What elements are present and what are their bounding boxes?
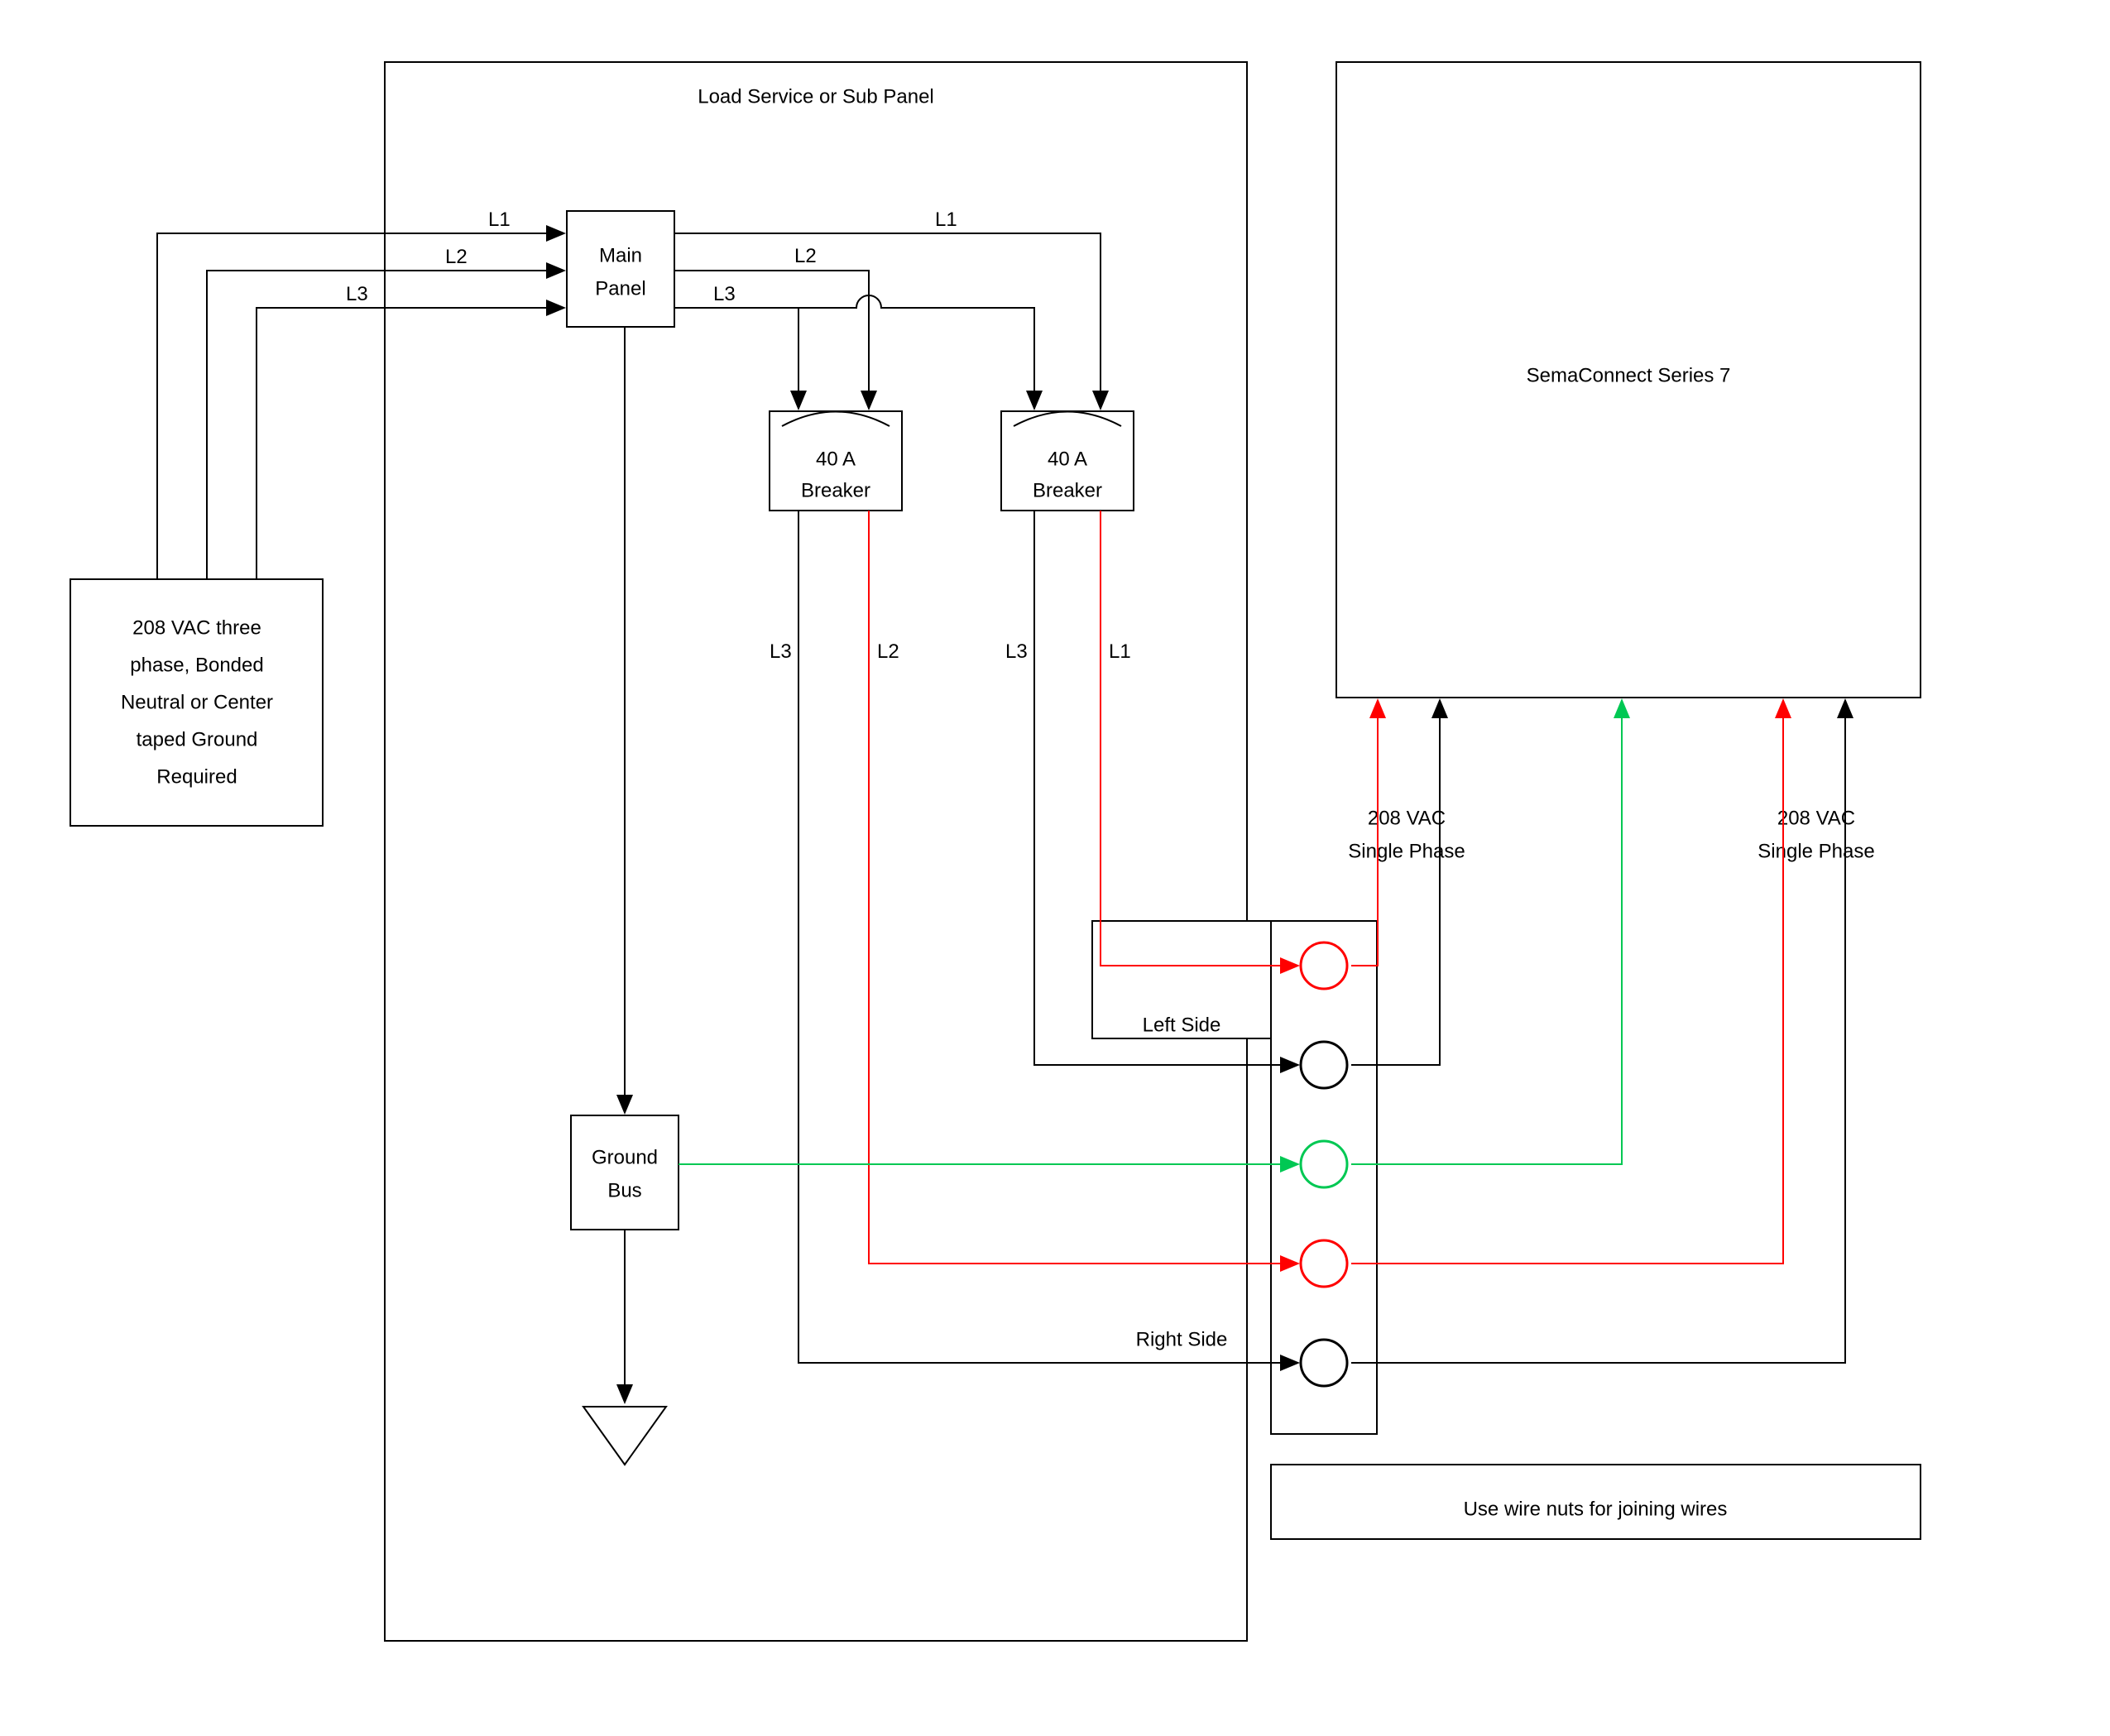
left-side-label: Left Side [1143,1014,1221,1036]
breaker-right-l1: 40 A [1048,448,1087,470]
supply-line4: taped Ground [137,728,258,751]
label-l2-in: L2 [445,246,468,268]
main-panel-box [567,211,674,327]
right-side-label: Right Side [1136,1328,1228,1350]
ground-bus-l2: Bus [607,1179,641,1201]
sema-label: SemaConnect Series 7 [1527,364,1731,386]
label-br-l3: L3 [1005,640,1028,663]
label-l2-out: L2 [794,245,817,267]
ground-bus-l1: Ground [592,1146,658,1168]
wiring-diagram: Load Service or Sub Panel 208 VAC three … [0,0,2110,1736]
breaker-left-l2: Breaker [801,479,870,501]
supply-line3: Neutral or Center [121,691,273,713]
supply-line2: phase, Bonded [130,654,263,676]
label-l3-in: L3 [346,283,368,305]
wire-nut4-to-sema [1351,702,1783,1264]
label-bl-l3: L3 [770,640,792,663]
phase-right-l2: Single Phase [1758,840,1874,862]
label-l3-out: L3 [713,283,736,305]
wire-nuts-label: Use wire nuts for joining wires [1464,1498,1728,1520]
main-panel-l1: Main [599,244,642,266]
phase-left-l2: Single Phase [1348,840,1465,862]
label-l1-out: L1 [935,209,957,231]
junction-box [1271,921,1377,1434]
ground-bus-box [571,1115,679,1230]
supply-line1: 208 VAC three [132,616,261,639]
sub-panel-title: Load Service or Sub Panel [698,85,934,108]
sub-panel-box [385,62,1247,1641]
breaker-right-l2: Breaker [1033,479,1102,501]
main-panel-l2: Panel [595,277,645,300]
breaker-left-l1: 40 A [816,448,856,470]
supply-line5: Required [156,765,237,788]
label-bl-l2: L2 [877,640,899,663]
label-l1-in: L1 [488,209,511,231]
phase-right-l1: 208 VAC [1777,807,1855,829]
wire-nut3-to-sema [1351,702,1622,1164]
phase-left-l1: 208 VAC [1368,807,1446,829]
label-br-l1: L1 [1109,640,1131,663]
